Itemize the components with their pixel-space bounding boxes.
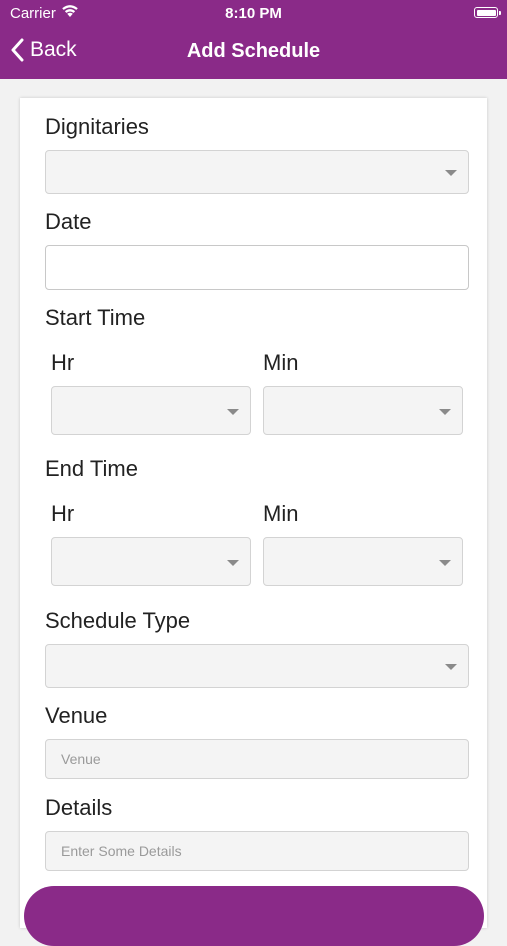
end-hr-label: Hr xyxy=(51,501,75,526)
schedule-type-select[interactable] xyxy=(45,644,469,688)
start-min-label: Min xyxy=(263,350,299,375)
top-bar: Carrier 8:10 PM Back Add Schedule xyxy=(0,0,507,79)
status-time: 8:10 PM xyxy=(225,5,282,22)
end-hour-select[interactable] xyxy=(51,537,251,586)
details-placeholder: Enter Some Details xyxy=(61,843,182,859)
details-label: Details xyxy=(45,795,113,820)
dignitaries-select[interactable] xyxy=(45,150,469,194)
end-min-label: Min xyxy=(263,501,299,526)
submit-button[interactable] xyxy=(24,886,484,946)
caret-down-icon xyxy=(439,408,451,415)
start-minute-select[interactable] xyxy=(263,386,463,435)
caret-down-icon xyxy=(445,170,457,176)
venue-label: Venue xyxy=(45,703,108,728)
start-hr-label: Hr xyxy=(51,350,75,375)
start-time-label: Start Time xyxy=(45,305,146,330)
battery-icon xyxy=(474,7,501,18)
details-input[interactable]: Enter Some Details xyxy=(45,831,469,871)
schedule-form-card: Dignitaries Date Start Time Hr Min End T… xyxy=(20,98,487,928)
caret-down-icon xyxy=(439,559,451,566)
caret-down-icon xyxy=(227,559,239,566)
date-field[interactable] xyxy=(45,245,469,290)
dignitaries-label: Dignitaries xyxy=(45,114,149,139)
end-time-label: End Time xyxy=(45,456,138,481)
caret-down-icon xyxy=(445,664,457,670)
schedule-type-label: Schedule Type xyxy=(45,608,191,633)
caret-down-icon xyxy=(227,408,239,415)
date-label: Date xyxy=(45,209,92,234)
venue-placeholder: Venue xyxy=(61,751,101,767)
end-minute-select[interactable] xyxy=(263,537,463,586)
navigation-bar: Back Add Schedule xyxy=(0,28,507,79)
start-hour-select[interactable] xyxy=(51,386,251,435)
status-bar: Carrier 8:10 PM xyxy=(0,0,507,28)
page-title: Add Schedule xyxy=(186,40,321,62)
venue-input[interactable]: Venue xyxy=(45,739,469,779)
